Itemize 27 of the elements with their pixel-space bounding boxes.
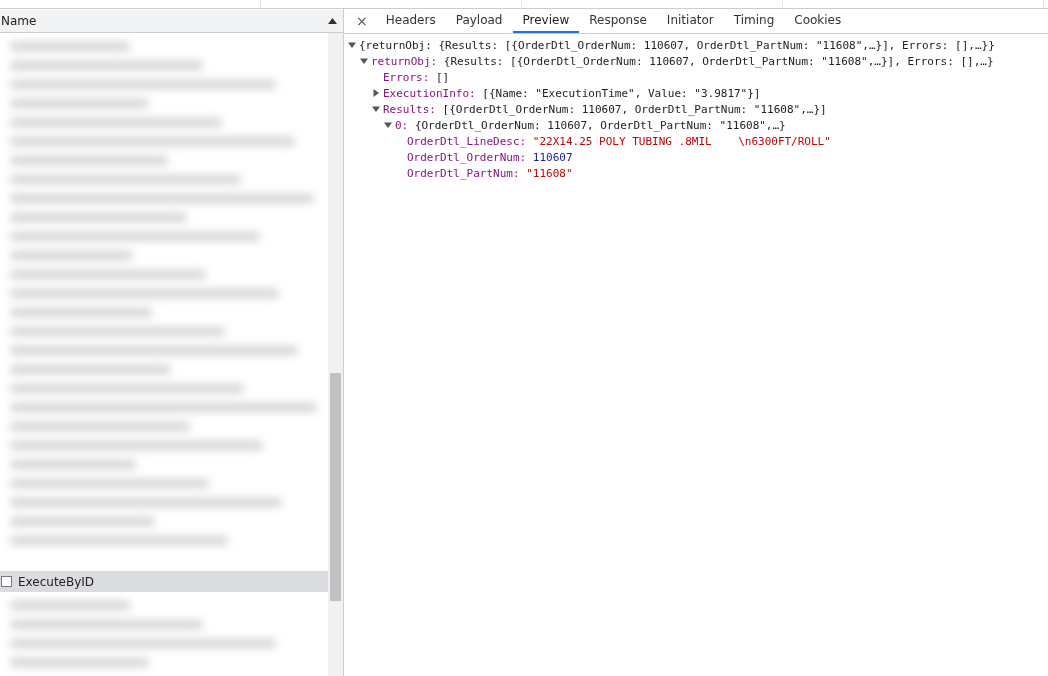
tab[interactable]: Headers bbox=[375, 9, 446, 33]
name-column-header[interactable]: Name bbox=[1, 14, 37, 28]
json-property: OrderDtl_PartNum: "11608" bbox=[407, 166, 573, 180]
collapse-triangle-icon[interactable] bbox=[360, 57, 368, 65]
close-button[interactable]: × bbox=[348, 9, 376, 33]
collapse-triangle-icon[interactable] bbox=[384, 121, 392, 129]
json-summary: Errors: [] bbox=[383, 70, 450, 84]
collapse-triangle-icon[interactable] bbox=[372, 105, 380, 113]
tab[interactable]: Cookies bbox=[784, 9, 852, 33]
expand-triangle-icon[interactable] bbox=[372, 89, 380, 97]
collapse-triangle-icon[interactable] bbox=[348, 41, 356, 49]
json-summary: Results: [{OrderDtl_OrderNum: 110607, OrderDtl_PartNum: "11608",…}] bbox=[383, 102, 827, 116]
json-summary: ExecutionInfo: [{Name: "ExecutionTime", Value: "3.9817"}] bbox=[383, 86, 761, 100]
sort-arrow-icon[interactable] bbox=[328, 18, 337, 24]
json-property: OrderDtl_OrderNum: 110607 bbox=[407, 150, 573, 164]
tab[interactable]: Response bbox=[579, 9, 657, 33]
checkbox[interactable] bbox=[1, 576, 12, 588]
tab[interactable]: Initiator bbox=[656, 9, 724, 33]
scrollbar-thumb[interactable] bbox=[330, 373, 341, 601]
request-row[interactable]: ExecuteByID bbox=[0, 571, 328, 592]
tab[interactable]: Preview bbox=[512, 9, 580, 33]
json-summary: returnObj: {Results: [{OrderDtl_OrderNum: 110607, OrderDtl_PartNum: "11608",…}], Errors: [],…} bbox=[371, 54, 994, 68]
tab[interactable]: Timing bbox=[723, 9, 785, 33]
json-summary: {returnObj: {Results: [{OrderDtl_OrderNum: 110607, OrderDtl_PartNum: "11608",…}], Errors: [],…}} bbox=[359, 38, 995, 52]
tab[interactable]: Payload bbox=[445, 9, 513, 33]
json-summary: 0: {OrderDtl_OrderNum: 110607, OrderDtl_PartNum: "11608",…} bbox=[395, 118, 786, 132]
json-property: OrderDtl_LineDesc: "22X14.25 POLY TUBING .8MIL \n6300FT/ROLL" bbox=[407, 134, 831, 148]
